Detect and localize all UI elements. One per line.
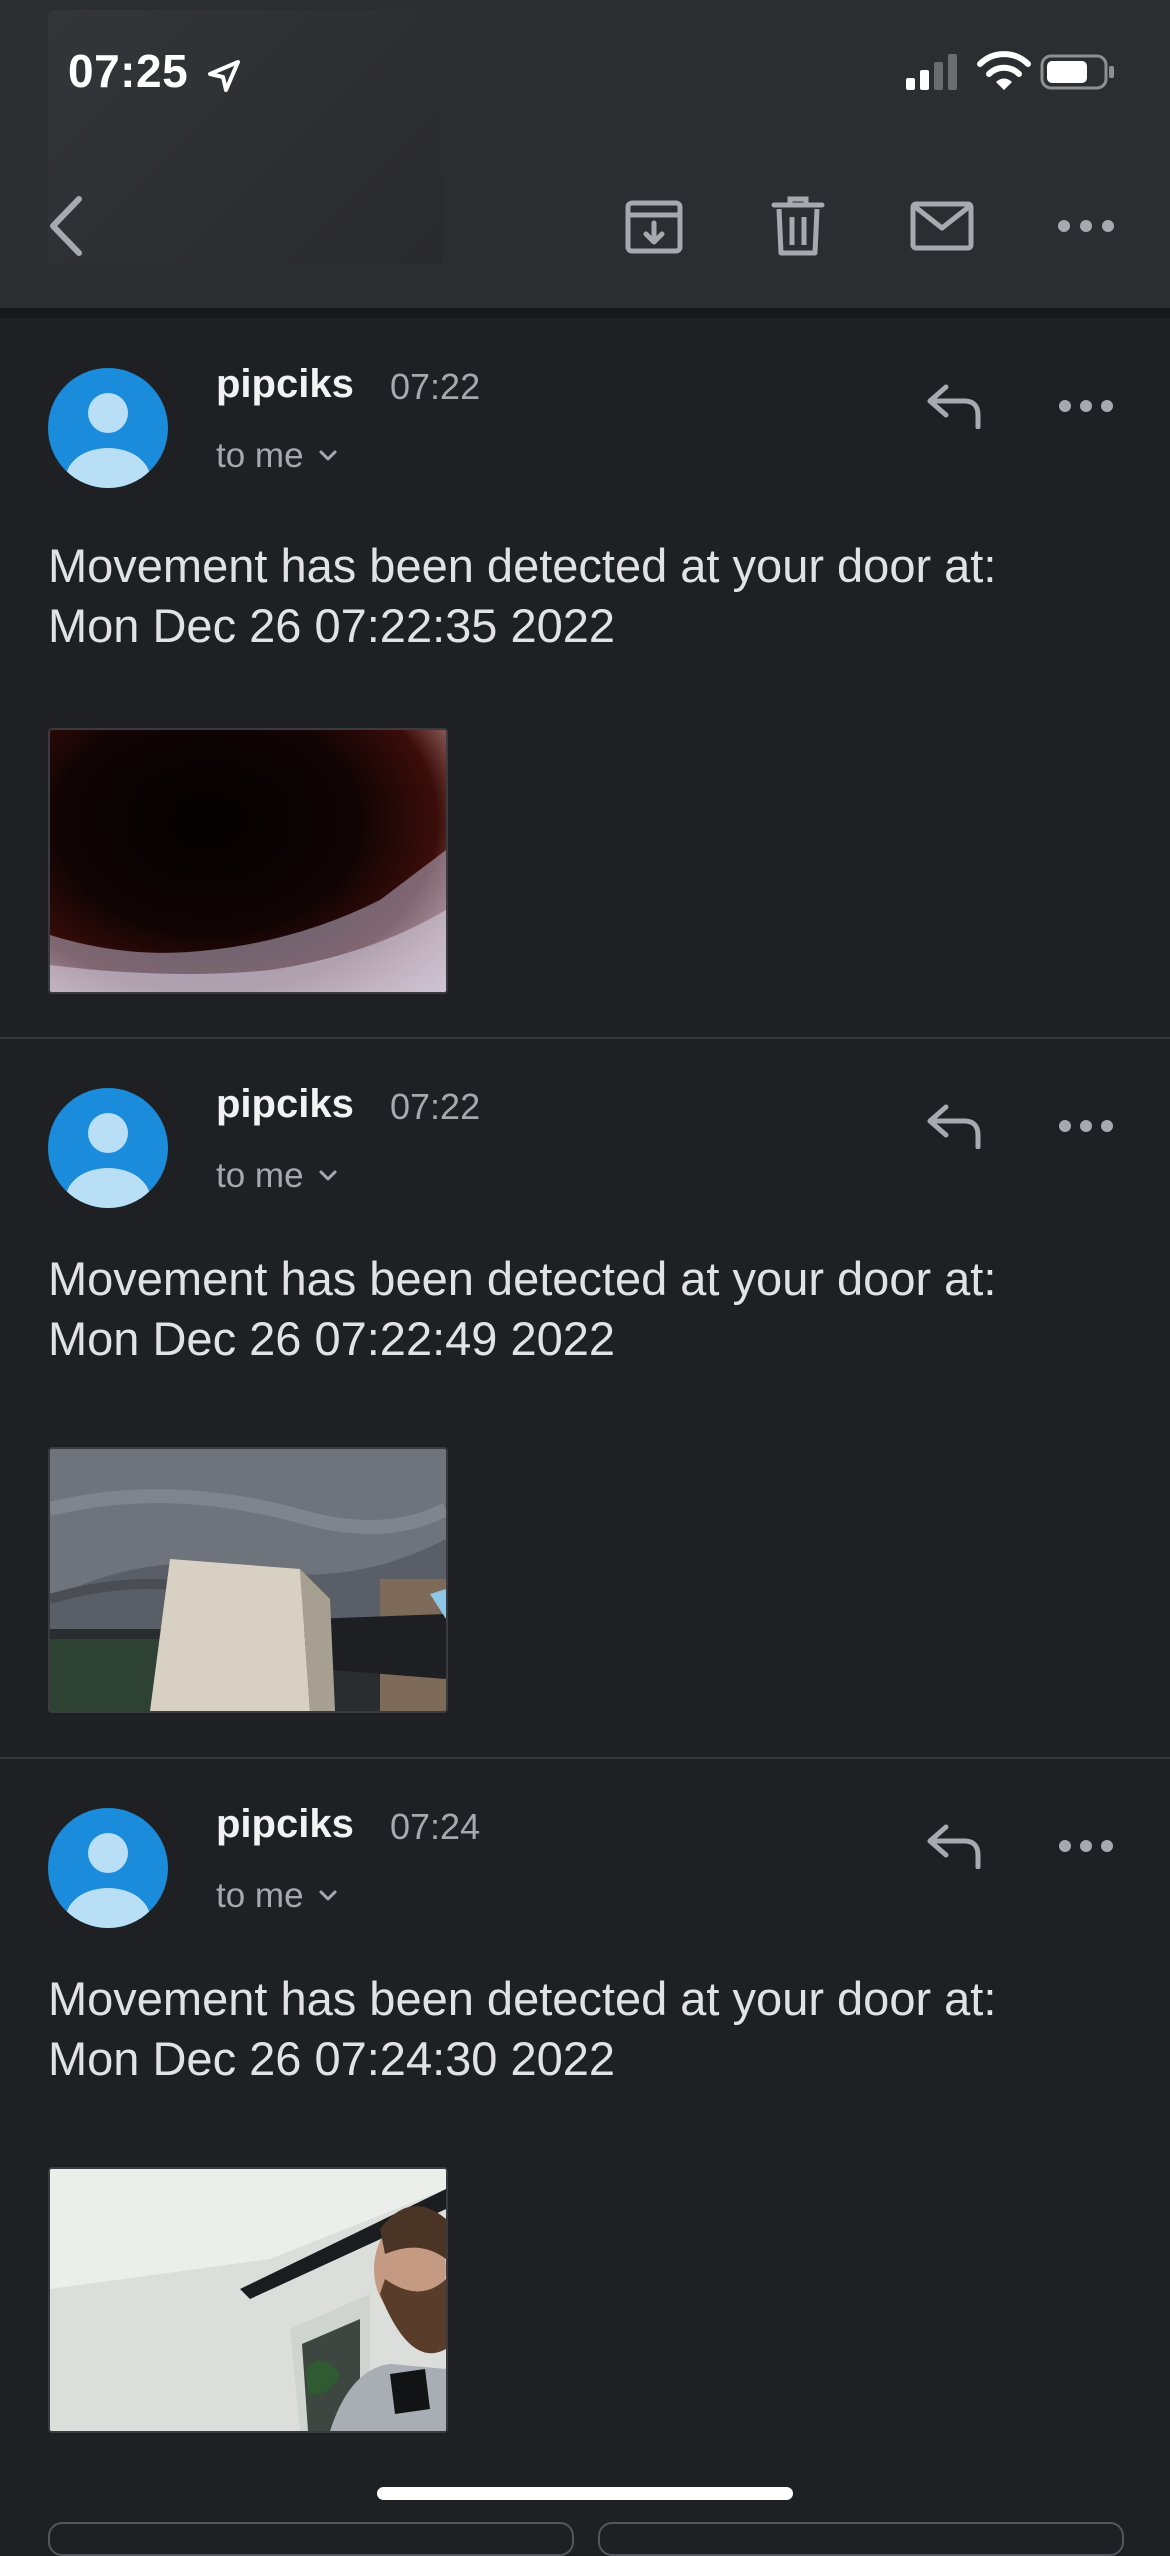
more-options-button[interactable] [1050, 190, 1122, 262]
sender-name: pipciks [216, 1802, 354, 1846]
wifi-icon [977, 51, 1031, 90]
message-timestamp-line: Mon Dec 26 07:24:30 2022 [48, 2032, 616, 2085]
back-button[interactable] [30, 190, 102, 262]
message-separator [0, 1037, 1170, 1039]
message-body-line: Movement has been detected at your door … [48, 1972, 997, 2025]
more-horizontal-icon [1058, 220, 1114, 232]
recipient-toggle[interactable]: to me [216, 436, 338, 476]
recipient-toggle[interactable]: to me [216, 1156, 338, 1196]
cellular-signal-icon [906, 54, 957, 90]
battery-icon [1040, 54, 1114, 90]
toolbar-divider [0, 308, 1170, 318]
reply-icon [927, 1824, 981, 1869]
avatar[interactable] [48, 1808, 168, 1928]
home-indicator[interactable] [377, 2487, 793, 2500]
message-body: Movement has been detected at your door … [48, 1969, 1128, 2089]
person-icon [66, 393, 150, 488]
message-body-line: Movement has been detected at your door … [48, 539, 997, 592]
message-body: Movement has been detected at your door … [48, 536, 1128, 656]
reply-button[interactable] [916, 370, 992, 442]
more-horizontal-icon [1059, 400, 1113, 412]
message-more-button[interactable] [1050, 370, 1122, 442]
message-timestamp-line: Mon Dec 26 07:22:35 2022 [48, 599, 616, 652]
bottom-action-left[interactable] [48, 2522, 574, 2556]
message-body-line: Movement has been detected at your door … [48, 1252, 997, 1305]
location-arrow-icon [208, 60, 240, 92]
message-more-button[interactable] [1050, 1090, 1122, 1162]
recipient-label: to me [216, 1876, 304, 1915]
recipient-label: to me [216, 436, 304, 475]
archive-button[interactable] [618, 190, 690, 262]
sender-name: pipciks [216, 1082, 354, 1126]
avatar[interactable] [48, 368, 168, 488]
camera-snapshot [50, 2169, 446, 2431]
status-time: 07:25 [68, 45, 189, 97]
image-attachment[interactable] [48, 2167, 448, 2433]
chevron-down-icon [319, 1170, 337, 1181]
delete-button[interactable] [762, 190, 834, 262]
mark-unread-button[interactable] [906, 190, 978, 262]
reply-icon [927, 384, 981, 429]
reply-button[interactable] [916, 1810, 992, 1882]
reply-button[interactable] [916, 1090, 992, 1162]
image-attachment[interactable] [48, 1447, 448, 1713]
person-icon [66, 1833, 150, 1928]
message-timestamp-line: Mon Dec 26 07:22:49 2022 [48, 1312, 616, 1365]
person-icon [66, 1113, 150, 1208]
bottom-action-right[interactable] [598, 2522, 1124, 2556]
reply-icon [927, 1104, 981, 1149]
chevron-down-icon [319, 450, 337, 461]
more-horizontal-icon [1059, 1120, 1113, 1132]
mail-icon [910, 201, 974, 251]
recipient-toggle[interactable]: to me [216, 1876, 338, 1916]
message-time: 07:22 [390, 1086, 481, 1127]
message-separator [0, 1757, 1170, 1759]
chevron-left-icon [50, 196, 82, 256]
message-time: 07:22 [390, 366, 481, 407]
chevron-down-icon [319, 1890, 337, 1901]
message-time: 07:24 [390, 1806, 481, 1847]
avatar[interactable] [48, 1088, 168, 1208]
archive-icon [625, 200, 683, 254]
image-attachment[interactable] [48, 728, 448, 994]
camera-snapshot [50, 850, 446, 992]
more-horizontal-icon [1059, 1840, 1113, 1852]
camera-snapshot [50, 1449, 446, 1711]
message-more-button[interactable] [1050, 1810, 1122, 1882]
trash-icon [771, 196, 825, 256]
message-body: Movement has been detected at your door … [48, 1249, 1128, 1369]
sender-name: pipciks [216, 362, 354, 406]
top-app-bar: 07:25 [0, 0, 1170, 308]
recipient-label: to me [216, 1156, 304, 1195]
